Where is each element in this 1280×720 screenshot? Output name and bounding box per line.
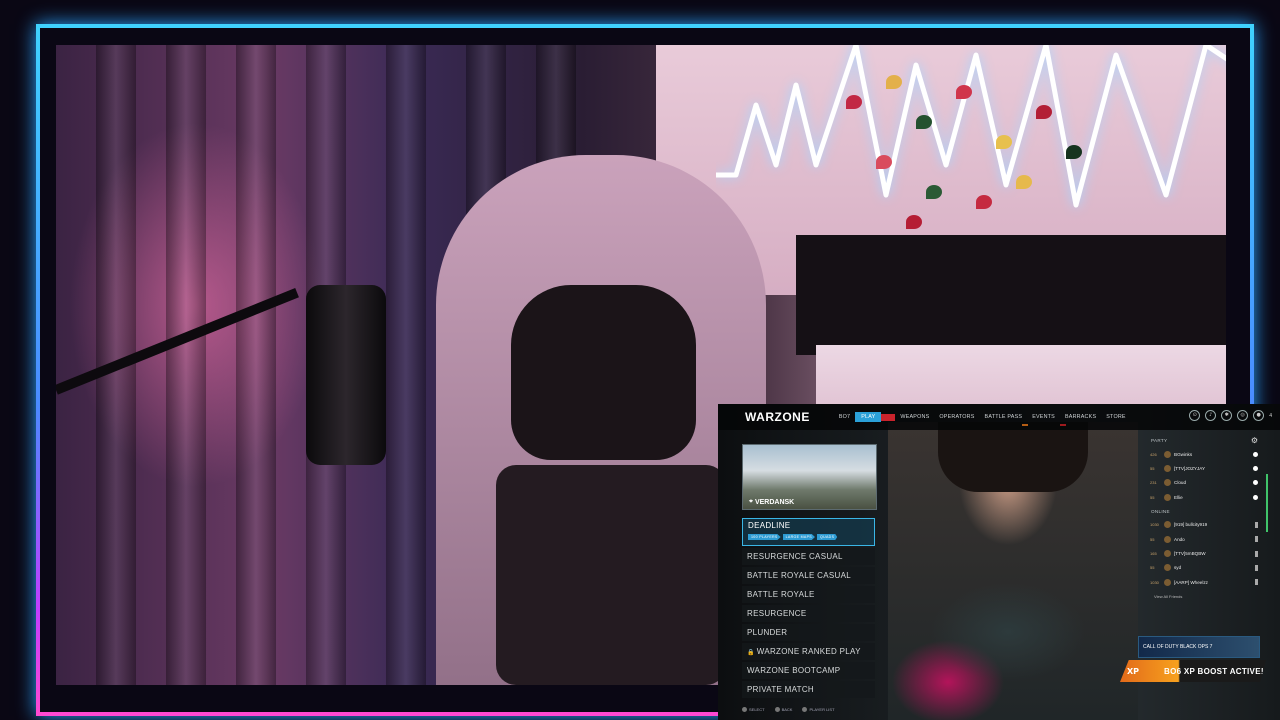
mode-list: DEADLINE 100 PLAYERS LARGE MAPS QUADS RE… — [742, 518, 875, 700]
avatar — [1164, 578, 1171, 586]
tab-barracks[interactable]: BARRACKS — [1060, 414, 1101, 420]
profile-icon[interactable]: ● — [1253, 410, 1265, 421]
party-member[interactable]: 231 Cloud — [1146, 476, 1272, 490]
tab-event-badge[interactable] — [881, 413, 896, 421]
back-prompt: BACK — [775, 707, 793, 712]
bed-headboard — [796, 235, 1226, 355]
mode-bootcamp[interactable]: WARZONE BOOTCAMP — [742, 662, 875, 679]
avatar — [1164, 479, 1171, 487]
party-member[interactable]: 55 [TTV]JOZYJAY — [1146, 461, 1272, 475]
tab-events[interactable]: EVENTS — [1027, 414, 1060, 420]
mode-deadline[interactable]: DEADLINE 100 PLAYERS LARGE MAPS QUADS — [742, 518, 875, 546]
tab-bo7[interactable]: BO7 — [834, 414, 855, 420]
player-level-icon[interactable]: ◎ — [1237, 410, 1249, 421]
map-name: VERDANSK — [754, 498, 795, 506]
mode-private-match[interactable]: PRIVATE MATCH — [742, 681, 875, 698]
party-member[interactable]: 426 BGwinks — [1146, 447, 1272, 461]
warzone-logo: WARZONE — [745, 410, 810, 424]
avatar — [1164, 535, 1171, 543]
mode-plunder[interactable]: PLUNDER — [742, 624, 875, 641]
operator-character — [888, 422, 1138, 720]
mode-resurgence[interactable]: RESURGENCE — [742, 605, 875, 622]
select-prompt: SELECT — [742, 707, 765, 712]
online-friend[interactable]: 1030 [919] bullcity919 — [1146, 518, 1272, 532]
mode-battle-royale[interactable]: BATTLE ROYALE — [742, 586, 875, 603]
xp-boost-banner: XP BO6 XP BOOST ACTIVE! — [1120, 660, 1266, 682]
top-icons: ⊙ ♪ ✱ ◎ ● 4 — [1189, 410, 1272, 421]
tag: 100 PLAYERS — [748, 534, 781, 540]
mode-battle-royale-casual[interactable]: BATTLE ROYALE CASUAL — [742, 567, 875, 584]
tab-operators[interactable]: OPERATORS — [934, 414, 979, 420]
tab-store[interactable]: STORE — [1101, 414, 1130, 420]
tab-battle-pass[interactable]: BATTLE PASS — [980, 414, 1028, 420]
nav-tabs: BO7 PLAY WEAPONS OPERATORS BATTLE PASS E… — [824, 412, 1131, 422]
online-friend[interactable]: 1030 [AARP] Wheelzz — [1146, 575, 1272, 589]
map-pin-icon: ⌖ — [749, 498, 753, 505]
neon-sign — [716, 45, 1226, 208]
avatar — [1164, 465, 1171, 473]
battle-pass-badge — [1022, 424, 1028, 426]
avatar — [1164, 521, 1171, 529]
game-top-nav: WARZONE BO7 PLAY WEAPONS OPERATORS BATTL… — [718, 404, 1280, 430]
gear-icon[interactable]: ⚙ — [1251, 436, 1258, 445]
settings-icon[interactable]: ✱ — [1221, 410, 1233, 421]
view-all-friends-link[interactable]: View All Friends — [1154, 594, 1272, 599]
map-card[interactable]: ⌖ VERDANSK — [742, 444, 877, 510]
avatar — [1164, 493, 1171, 501]
avatar — [1164, 564, 1171, 572]
online-friend[interactable]: 165 [TTV]5mBQBW — [1146, 546, 1272, 560]
tag: QUADS — [816, 534, 838, 540]
online-friend[interactable]: 55 Ando — [1146, 532, 1272, 546]
online-friend[interactable]: 55 syd — [1146, 561, 1272, 575]
mode-ranked-play[interactable]: 🔒 WARZONE RANKED PLAY — [742, 643, 875, 660]
party-member[interactable]: 55 Ellie — [1146, 490, 1272, 504]
xp-boost-text: BO6 XP BOOST ACTIVE! — [1164, 666, 1264, 676]
notification-icon[interactable]: ♪ — [1205, 410, 1217, 421]
game-menu-capture: WARZONE BO7 PLAY WEAPONS OPERATORS BATTL… — [718, 404, 1280, 720]
tab-play[interactable]: PLAY — [855, 412, 882, 422]
social-panel: ⚙ PARTY 426 BGwinks 55 [TTV]JOZYJAY 231 Clo… — [1146, 434, 1272, 599]
mode-resurgence-casual[interactable]: RESURGENCE CASUAL — [742, 548, 875, 565]
avatar — [1164, 450, 1171, 458]
controller-icon[interactable]: ⊙ — [1189, 410, 1201, 421]
events-badge — [1060, 424, 1066, 426]
tag: LARGE MAPS — [782, 534, 815, 540]
tab-weapons[interactable]: WEAPONS — [895, 414, 934, 420]
online-label: ONLINE — [1151, 508, 1170, 514]
lock-icon: 🔒 — [747, 650, 755, 656]
bo7-promo-banner[interactable]: CALL OF DUTY BLACK OPS 7 — [1138, 636, 1260, 658]
level-badge: 4 — [1269, 412, 1272, 419]
avatar — [1164, 550, 1171, 558]
player-list-prompt: PLAYER LIST — [802, 707, 834, 712]
button-prompts: SELECT BACK PLAYER LIST — [742, 707, 835, 712]
microphone — [306, 285, 386, 465]
